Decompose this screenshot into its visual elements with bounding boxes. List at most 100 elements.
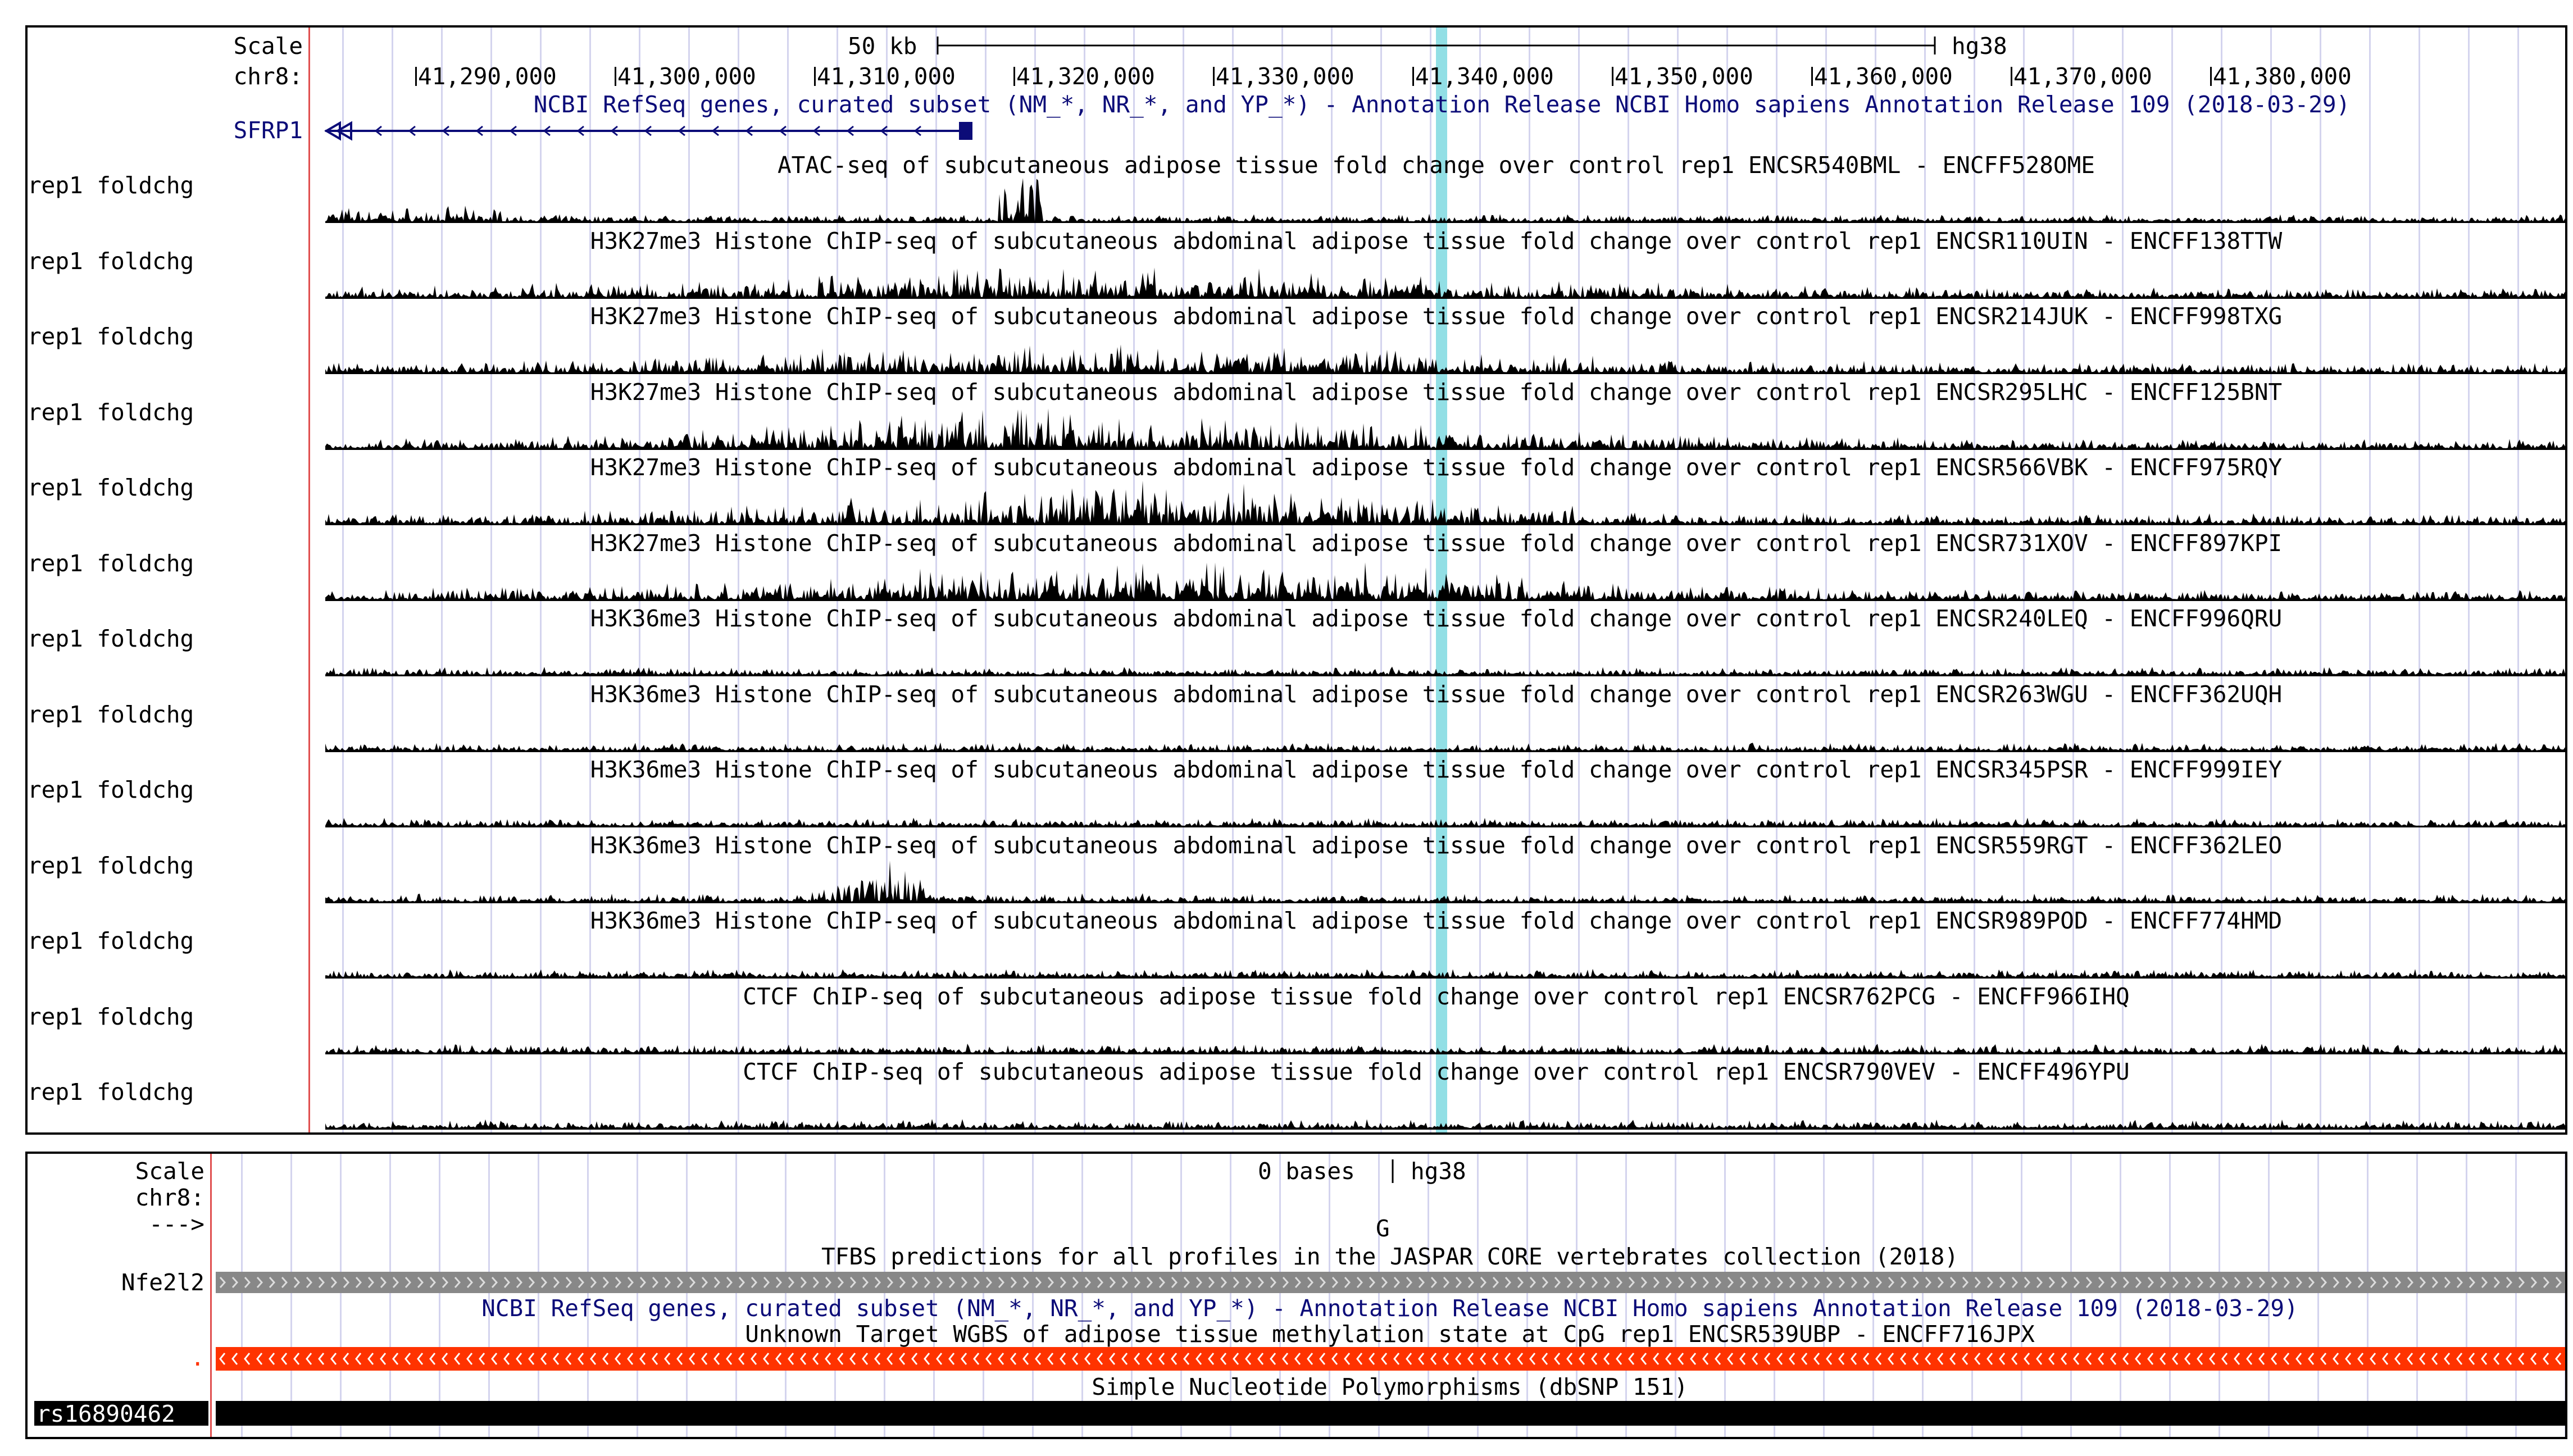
tfbs-arrow <box>442 1277 449 1288</box>
wgbs-arrow <box>2357 1353 2364 1365</box>
tfbs-arrow <box>664 1277 671 1288</box>
signal-track-graph[interactable] <box>28 156 2567 231</box>
signal-track-graph[interactable] <box>28 685 2567 761</box>
wgbs-arrow <box>442 1353 448 1365</box>
tfbs-arrow <box>1146 1277 1153 1288</box>
tfbs-arrow <box>1727 1277 1734 1288</box>
tfbs-arrow <box>1406 1277 1413 1288</box>
wgbs-arrow <box>1257 1353 1264 1365</box>
tfbs-arrow <box>849 1277 857 1288</box>
wgbs-arrow <box>1097 1353 1103 1365</box>
snp-feature-bar[interactable] <box>216 1401 2565 1426</box>
tfbs-arrow <box>2098 1277 2105 1288</box>
tfbs-arrow <box>281 1277 288 1288</box>
wgbs-arrow <box>800 1353 807 1365</box>
signal-track-graph[interactable] <box>28 836 2567 912</box>
tfbs-arrow <box>1072 1277 1079 1288</box>
tfbs-arrow <box>2258 1277 2266 1288</box>
wgbs-arrow <box>318 1353 325 1365</box>
signal-track-graph[interactable] <box>28 1062 2567 1135</box>
tfbs-arrow <box>1838 1277 1845 1288</box>
wgbs-arrow <box>2283 1353 2290 1365</box>
wgbs-arrow <box>1171 1353 1178 1365</box>
tfbs-arrow <box>837 1277 844 1288</box>
wgbs-arrow <box>479 1353 485 1365</box>
tfbs-arrow <box>293 1277 301 1288</box>
signal-track-graph[interactable] <box>28 231 2567 307</box>
signal-track-graph[interactable] <box>28 383 2567 458</box>
signal-track-graph[interactable] <box>28 534 2567 609</box>
wgbs-arrow <box>837 1353 844 1365</box>
wgbs-arrow <box>2555 1353 2562 1365</box>
tfbs-arrow <box>2110 1277 2117 1288</box>
wgbs-arrow <box>281 1353 288 1365</box>
signal-track-graph[interactable] <box>28 760 2567 836</box>
wgbs-arrow <box>1517 1353 1524 1365</box>
tfbs-arrow <box>2357 1277 2365 1288</box>
wgbs-label[interactable]: . <box>84 1345 204 1371</box>
wgbs-arrow <box>392 1353 399 1365</box>
wgbs-arrow <box>2345 1353 2352 1365</box>
signal-area <box>325 1119 2565 1130</box>
wgbs-arrow <box>491 1353 498 1365</box>
signal-track-graph[interactable] <box>28 987 2567 1063</box>
wgbs-arrow <box>1393 1353 1400 1365</box>
signal-area <box>325 408 2565 450</box>
wgbs-feature-bar[interactable] <box>216 1347 2565 1371</box>
wgbs-arrow <box>1529 1353 1536 1365</box>
tfbs-arrow <box>973 1277 980 1288</box>
wgbs-arrow <box>1233 1353 1239 1365</box>
wgbs-arrow <box>849 1353 856 1365</box>
wgbs-strand-arrows <box>219 1353 2562 1365</box>
tfbs-arrow <box>380 1277 387 1288</box>
tfbs-arrow <box>1022 1277 1030 1288</box>
wgbs-arrow <box>887 1353 893 1365</box>
signal-track-graph[interactable] <box>28 911 2567 987</box>
gene-model-sfrp1[interactable] <box>28 28 2567 162</box>
wgbs-arrow <box>269 1353 275 1365</box>
snp-label[interactable]: rs16890462 <box>34 1401 208 1427</box>
tfbs-strand-arrows <box>219 1277 2562 1288</box>
tfbs-arrow <box>2431 1277 2439 1288</box>
signal-track-graph[interactable] <box>28 307 2567 383</box>
signal-track-graph[interactable] <box>28 458 2567 534</box>
wgbs-arrow <box>2469 1353 2475 1365</box>
tfbs-arrow <box>2234 1277 2241 1288</box>
wgbs-arrow <box>1109 1353 1116 1365</box>
wgbs-arrow <box>1480 1353 1486 1365</box>
tfbs-arrow <box>627 1277 634 1288</box>
wgbs-arrow <box>924 1353 930 1365</box>
tfbs-arrow <box>1986 1277 1994 1288</box>
tfbs-arrow <box>911 1277 919 1288</box>
tfbs-arrow <box>639 1277 647 1288</box>
wgbs-arrow <box>1134 1353 1140 1365</box>
signal-area <box>325 968 2565 979</box>
tfbs-label[interactable]: Nfe2l2 <box>84 1270 204 1295</box>
tfbs-arrow <box>1888 1277 1895 1288</box>
tfbs-feature-bar[interactable] <box>216 1272 2565 1293</box>
tfbs-arrow <box>2543 1277 2550 1288</box>
wgbs-arrow <box>2209 1353 2216 1365</box>
tfbs-arrow <box>874 1277 881 1288</box>
tfbs-arrow <box>528 1277 535 1288</box>
tfbs-arrow <box>2036 1277 2043 1288</box>
tfbs-arrow <box>2135 1277 2142 1288</box>
tfbs-arrow <box>1801 1277 1808 1288</box>
tfbs-arrow <box>1331 1277 1339 1288</box>
tfbs-arrow <box>429 1277 437 1288</box>
wgbs-arrow <box>639 1353 646 1365</box>
tfbs-arrow <box>1430 1277 1438 1288</box>
tfbs-arrow <box>1480 1277 1487 1288</box>
tfbs-arrow <box>2444 1277 2451 1288</box>
tfbs-arrow <box>1270 1277 1277 1288</box>
wgbs-arrow <box>1121 1353 1128 1365</box>
wgbs-arrow <box>2061 1353 2067 1365</box>
tfbs-arrow <box>652 1277 659 1288</box>
wgbs-arrow <box>1430 1353 1437 1365</box>
chrom-label-2: chr8: <box>135 1184 204 1211</box>
tfbs-arrow <box>417 1277 424 1288</box>
signal-area <box>325 666 2565 676</box>
wgbs-arrow <box>2234 1353 2240 1365</box>
signal-track-graph[interactable] <box>28 609 2567 685</box>
tfbs-arrow <box>1047 1277 1054 1288</box>
